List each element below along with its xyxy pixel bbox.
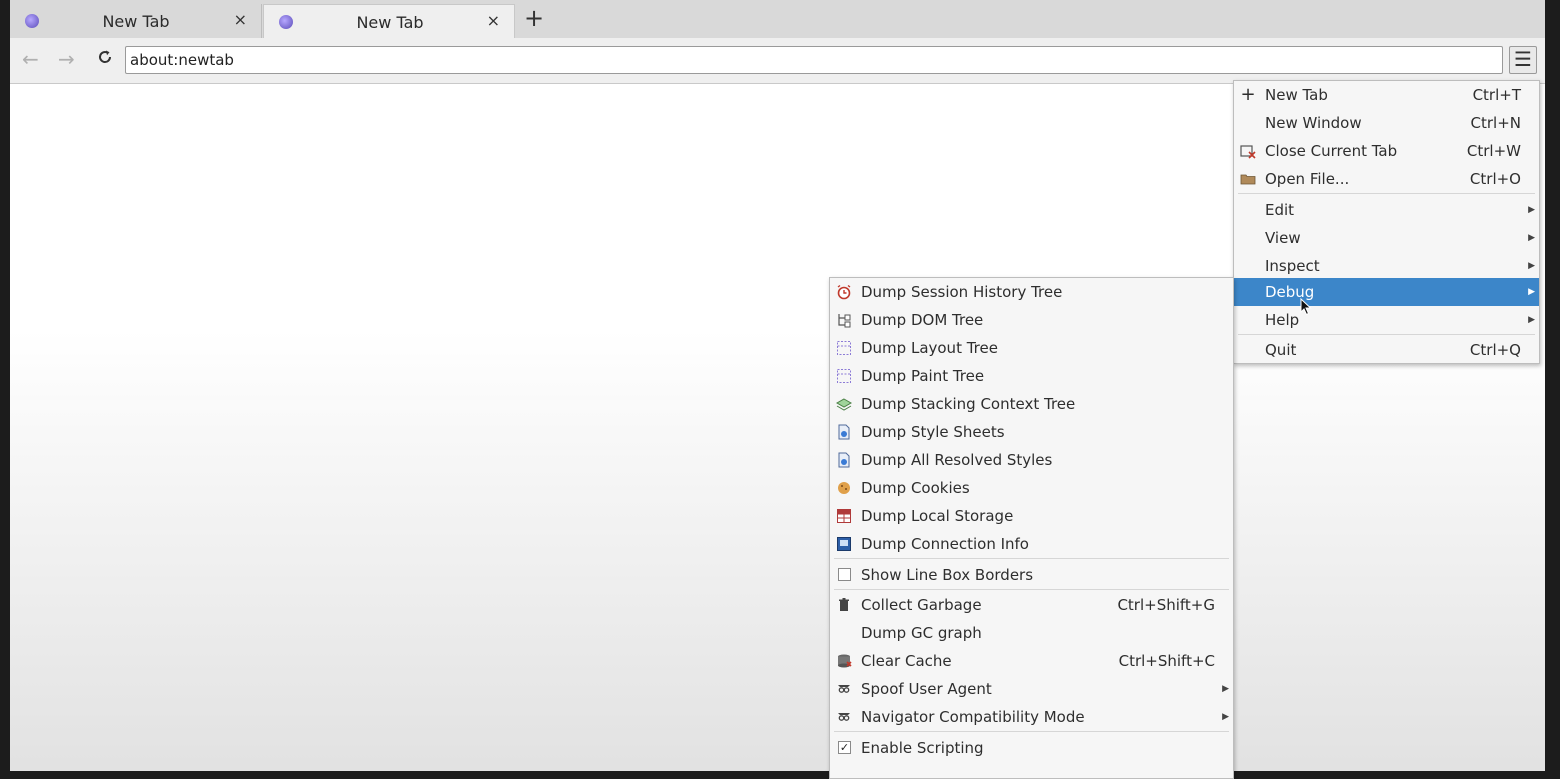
paint-icon bbox=[836, 368, 852, 384]
menu-item-edit[interactable]: Edit ▶ bbox=[1234, 196, 1539, 224]
folder-icon bbox=[1240, 171, 1256, 187]
menu-item-dump-paint-tree[interactable]: Dump Paint Tree bbox=[830, 362, 1233, 390]
submenu-arrow-icon: ▶ bbox=[1528, 287, 1535, 297]
tab-close-icon[interactable]: × bbox=[487, 11, 500, 30]
navigation-toolbar: ← → ☰ bbox=[10, 38, 1545, 84]
submenu-arrow-icon: ▶ bbox=[1528, 233, 1535, 243]
url-input[interactable] bbox=[125, 46, 1503, 74]
menu-item-close-current-tab[interactable]: Close Current Tab Ctrl+W bbox=[1234, 137, 1539, 165]
spoof-icon bbox=[836, 681, 852, 697]
menu-item-enable-scripting[interactable]: ✓ Enable Scripting bbox=[830, 734, 1233, 762]
tab-2-active[interactable]: New Tab × bbox=[263, 4, 515, 38]
menu-separator bbox=[834, 589, 1229, 590]
menu-item-dump-style-sheets[interactable]: Dump Style Sheets bbox=[830, 418, 1233, 446]
tab-1[interactable]: New Tab × bbox=[10, 4, 262, 38]
menu-item-show-line-box-borders[interactable]: Show Line Box Borders bbox=[830, 561, 1233, 589]
menu-item-dump-cookies[interactable]: Dump Cookies bbox=[830, 474, 1233, 502]
menu-item-quit[interactable]: Quit Ctrl+Q bbox=[1234, 336, 1539, 364]
hamburger-menu-button[interactable]: ☰ bbox=[1509, 46, 1537, 74]
stylesheet-icon bbox=[836, 424, 852, 440]
menu-item-dump-connection-info[interactable]: Dump Connection Info bbox=[830, 530, 1233, 558]
submenu-arrow-icon: ▶ bbox=[1528, 315, 1535, 325]
resolved-styles-icon bbox=[836, 452, 852, 468]
menu-item-dump-gc-graph[interactable]: Dump GC graph bbox=[830, 619, 1233, 647]
dom-tree-icon bbox=[836, 312, 852, 328]
connection-icon bbox=[836, 536, 852, 552]
reload-icon-glyph bbox=[99, 50, 112, 63]
close-tab-icon bbox=[1240, 143, 1256, 159]
menu-item-inspect[interactable]: Inspect ▶ bbox=[1234, 252, 1539, 280]
tab-strip: New Tab × New Tab × + bbox=[10, 0, 1545, 38]
menu-item-dump-local-storage[interactable]: Dump Local Storage bbox=[830, 502, 1233, 530]
compat-icon bbox=[836, 709, 852, 725]
storage-icon bbox=[836, 508, 852, 524]
submenu-arrow-icon: ▶ bbox=[1528, 205, 1535, 215]
menu-item-open-file[interactable]: Open File... Ctrl+O bbox=[1234, 165, 1539, 193]
history-icon bbox=[836, 284, 852, 300]
menu-separator bbox=[1238, 193, 1535, 194]
menu-item-view[interactable]: View ▶ bbox=[1234, 224, 1539, 252]
checkbox-checked[interactable]: ✓ bbox=[838, 741, 851, 754]
main-menu: + New Tab Ctrl+T New Window Ctrl+N Close… bbox=[1233, 80, 1540, 364]
submenu-arrow-icon: ▶ bbox=[1222, 684, 1229, 694]
menu-item-debug[interactable]: Debug ▶ bbox=[1234, 278, 1539, 306]
tab-title: New Tab bbox=[356, 13, 424, 32]
plus-icon: + bbox=[1240, 84, 1256, 105]
submenu-arrow-icon: ▶ bbox=[1222, 712, 1229, 722]
tab-close-icon[interactable]: × bbox=[234, 10, 247, 29]
menu-item-new-window[interactable]: New Window Ctrl+N bbox=[1234, 109, 1539, 137]
cookie-icon bbox=[836, 480, 852, 496]
tab-title: New Tab bbox=[102, 12, 170, 31]
menu-item-new-tab[interactable]: + New Tab Ctrl+T bbox=[1234, 81, 1539, 109]
reload-icon[interactable] bbox=[96, 48, 114, 70]
menu-item-collect-garbage[interactable]: Collect Garbage Ctrl+Shift+G bbox=[830, 591, 1233, 619]
menu-item-clear-cache[interactable]: Clear Cache Ctrl+Shift+C bbox=[830, 647, 1233, 675]
new-tab-button[interactable]: + bbox=[522, 5, 546, 33]
page-background-fade bbox=[10, 330, 1545, 771]
menu-item-dump-stacking-context-tree[interactable]: Dump Stacking Context Tree bbox=[830, 390, 1233, 418]
menu-separator bbox=[1238, 334, 1535, 335]
menu-item-spoof-user-agent[interactable]: Spoof User Agent ▶ bbox=[830, 675, 1233, 703]
debug-submenu: Dump Session History Tree Dump DOM Tree … bbox=[829, 277, 1234, 779]
checkbox-unchecked[interactable] bbox=[838, 568, 851, 581]
menu-item-dump-session-history-tree[interactable]: Dump Session History Tree bbox=[830, 278, 1233, 306]
menu-separator bbox=[834, 558, 1229, 559]
menu-item-dump-dom-tree[interactable]: Dump DOM Tree bbox=[830, 306, 1233, 334]
menu-item-help[interactable]: Help ▶ bbox=[1234, 306, 1539, 334]
menu-item-dump-all-resolved-styles[interactable]: Dump All Resolved Styles bbox=[830, 446, 1233, 474]
menu-item-navigator-compatibility-mode[interactable]: Navigator Compatibility Mode ▶ bbox=[830, 703, 1233, 731]
cache-icon bbox=[836, 653, 852, 669]
trash-icon bbox=[836, 597, 852, 613]
menu-item-dump-layout-tree[interactable]: Dump Layout Tree bbox=[830, 334, 1233, 362]
submenu-arrow-icon: ▶ bbox=[1528, 261, 1535, 271]
menu-separator bbox=[834, 731, 1229, 732]
layers-icon bbox=[835, 396, 853, 412]
layout-icon bbox=[836, 340, 852, 356]
forward-arrow-icon[interactable]: → bbox=[58, 48, 75, 70]
back-arrow-icon[interactable]: ← bbox=[22, 48, 39, 70]
